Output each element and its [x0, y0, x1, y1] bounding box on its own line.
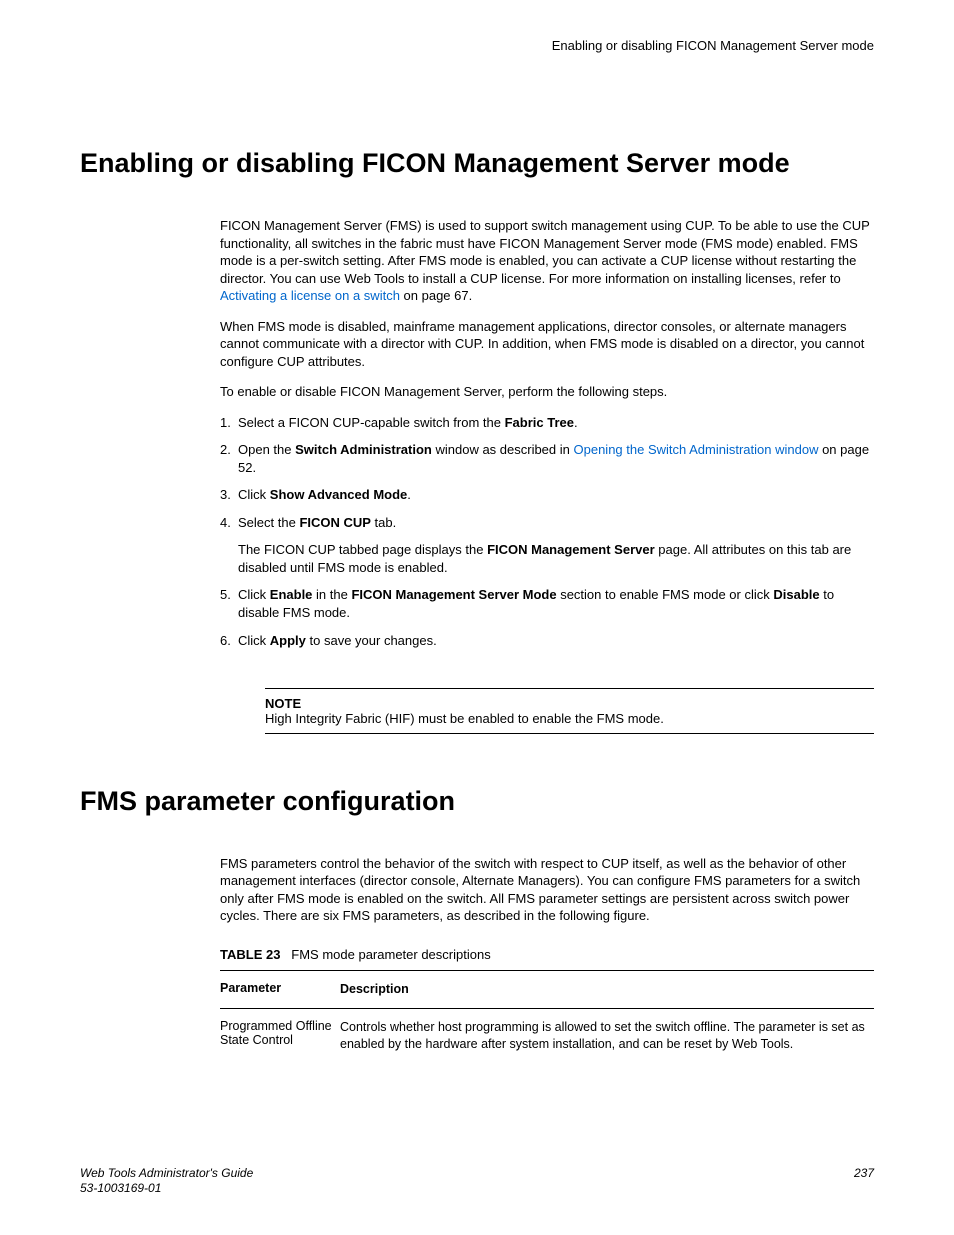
note-text: High Integrity Fabric (HIF) must be enab… [265, 711, 874, 726]
link-activating-license[interactable]: Activating a license on a switch [220, 288, 400, 303]
th-description: Description [340, 981, 874, 998]
link-opening-switch-admin[interactable]: Opening the Switch Administration window [574, 442, 819, 457]
bold-fms-page: FICON Management Server [487, 542, 655, 557]
section1-para3: To enable or disable FICON Management Se… [220, 383, 874, 401]
td-parameter: Programmed Offline State Control [220, 1019, 340, 1053]
section1-para2: When FMS mode is disabled, mainframe man… [220, 318, 874, 371]
para1-text-after: on page 67. [400, 288, 472, 303]
section2-para1: FMS parameters control the behavior of t… [220, 855, 874, 925]
running-header: Enabling or disabling FICON Management S… [80, 38, 874, 53]
step-4: Select the FICON CUP tab. The FICON CUP … [220, 514, 874, 578]
footer-page-number: 237 [854, 1166, 874, 1197]
table-caption: FMS mode parameter descriptions [291, 947, 490, 962]
section1-heading: Enabling or disabling FICON Management S… [80, 148, 874, 179]
step-6: Click Apply to save your changes. [220, 632, 874, 650]
footer-doc-number: 53-1003169-01 [80, 1181, 253, 1197]
page-footer: Web Tools Administrator's Guide 53-10031… [80, 1166, 874, 1197]
bold-apply: Apply [270, 633, 306, 648]
th-parameter: Parameter [220, 981, 340, 998]
section2-content: FMS parameters control the behavior of t… [80, 855, 874, 1063]
bold-show-advanced: Show Advanced Mode [270, 487, 407, 502]
bold-fabric-tree: Fabric Tree [505, 415, 574, 430]
step-4-subpara: The FICON CUP tabbed page displays the F… [238, 541, 874, 577]
section2: FMS parameter configuration FMS paramete… [80, 786, 874, 1063]
steps-list: Select a FICON CUP-capable switch from t… [220, 414, 874, 650]
td-description: Controls whether host programming is all… [340, 1019, 874, 1053]
bold-switch-admin: Switch Administration [295, 442, 432, 457]
bold-fms-mode: FICON Management Server Mode [351, 587, 556, 602]
section1-para1: FICON Management Server (FMS) is used to… [220, 217, 874, 305]
bold-enable: Enable [270, 587, 313, 602]
step-1: Select a FICON CUP-capable switch from t… [220, 414, 874, 432]
footer-left: Web Tools Administrator's Guide 53-10031… [80, 1166, 253, 1197]
footer-guide-name: Web Tools Administrator's Guide [80, 1166, 253, 1182]
note-block: NOTE High Integrity Fabric (HIF) must be… [265, 688, 874, 734]
step-5: Click Enable in the FICON Management Ser… [220, 586, 874, 622]
table-row: Programmed Offline State Control Control… [220, 1009, 874, 1063]
table-title: TABLE 23 FMS mode parameter descriptions [220, 947, 874, 971]
para1-text-before: FICON Management Server (FMS) is used to… [220, 218, 870, 286]
step-3: Click Show Advanced Mode. [220, 486, 874, 504]
section1-content: FICON Management Server (FMS) is used to… [80, 217, 874, 734]
bold-disable: Disable [773, 587, 819, 602]
bold-ficon-cup: FICON CUP [299, 515, 371, 530]
table-label: TABLE 23 [220, 947, 280, 962]
note-label: NOTE [265, 696, 874, 711]
table-header-row: Parameter Description [220, 971, 874, 1009]
section2-heading: FMS parameter configuration [80, 786, 874, 817]
step-2: Open the Switch Administration window as… [220, 441, 874, 477]
